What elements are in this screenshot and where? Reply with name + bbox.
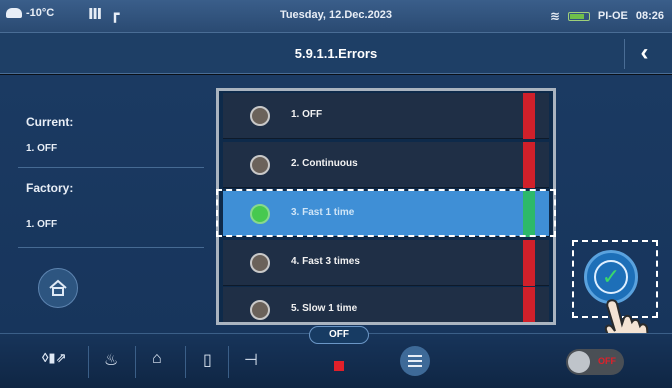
divider: [228, 346, 229, 378]
mode-icon[interactable]: ◊▮⇗: [42, 350, 66, 366]
current-label: Current:: [26, 115, 74, 129]
status-stripe: [523, 142, 535, 188]
confirm-button[interactable]: ✓: [584, 250, 638, 304]
option-item[interactable]: 4. Fast 3 times: [223, 240, 549, 286]
flame-icon[interactable]: ♨: [104, 350, 118, 370]
status-stripe: [523, 287, 535, 322]
option-label: 2. Continuous: [291, 158, 358, 169]
option-item[interactable]: 5. Slow 1 time: [223, 287, 549, 322]
status-bar: -10°C Ⅲ ┏ Tuesday, 12.Dec.2023 ≋ PI-OE 0…: [0, 0, 672, 32]
divider: [135, 346, 136, 378]
page-title: 5.9.1.1.Errors: [294, 46, 378, 61]
stop-indicator-icon: [334, 361, 344, 371]
status-stripe: [523, 240, 535, 286]
divider: [88, 346, 89, 378]
battery-icon: [567, 11, 590, 21]
back-button[interactable]: ‹: [624, 39, 664, 69]
option-label: 5. Slow 1 time: [291, 303, 358, 314]
home-button[interactable]: [38, 268, 78, 308]
option-item[interactable]: 1. OFF: [223, 93, 549, 139]
radio-button[interactable]: [250, 106, 270, 126]
power-toggle[interactable]: OFF: [566, 349, 624, 375]
check-icon: ✓: [594, 260, 628, 294]
current-value: 1. OFF: [26, 143, 58, 154]
bottom-bar: ◊▮⇗ ♨ ⌂ ▯ ⊣ OFF OFF: [0, 326, 672, 388]
mode-status-badge: OFF: [309, 326, 369, 344]
clock: 08:26: [635, 10, 664, 22]
device-name: PI-OE: [597, 10, 628, 22]
divider: [18, 247, 204, 248]
radio-button[interactable]: [250, 253, 270, 273]
factory-label: Factory:: [26, 181, 74, 195]
option-label: 1. OFF: [291, 109, 323, 120]
chevron-left-icon: ‹: [640, 39, 649, 66]
boiler-icon[interactable]: ▯: [203, 350, 212, 370]
menu-line: [408, 365, 422, 367]
toggle-label: OFF: [598, 356, 616, 366]
radio-button[interactable]: [250, 155, 270, 175]
title-bar: 5.9.1.1.Errors ‹: [0, 32, 672, 74]
option-item[interactable]: 2. Continuous: [223, 142, 549, 188]
selection-highlight: [216, 189, 556, 237]
toggle-knob[interactable]: [568, 351, 590, 373]
radio-button[interactable]: [250, 300, 270, 320]
divider: [18, 167, 204, 168]
confirm-area: ✓: [572, 240, 658, 354]
wifi-icon: ≋: [549, 9, 560, 23]
option-label: 4. Fast 3 times: [291, 256, 360, 267]
home-icon: [49, 279, 67, 296]
menu-button[interactable]: [400, 346, 430, 376]
status-stripe: [523, 93, 535, 139]
divider: [185, 346, 186, 378]
factory-value: 1. OFF: [26, 219, 58, 230]
main-content: Current: 1. OFF Factory: 1. OFF 1. OFF 2…: [0, 75, 672, 354]
house-heating-icon[interactable]: ⌂: [152, 350, 162, 368]
menu-line: [408, 355, 422, 357]
pump-icon[interactable]: ⊣: [244, 350, 258, 370]
menu-line: [408, 360, 422, 362]
